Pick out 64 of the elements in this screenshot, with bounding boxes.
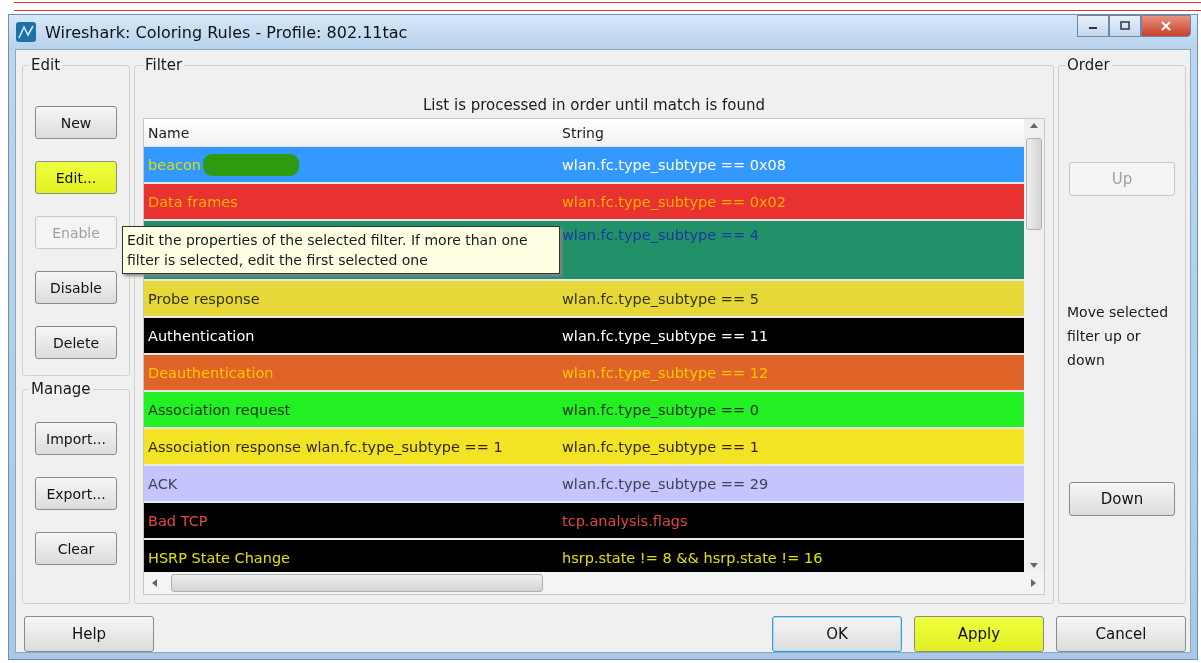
window-title: Wireshark: Coloring Rules - Profile: 802.11tac <box>45 22 408 42</box>
dialog-button[interactable]: New <box>35 106 117 139</box>
scroll-down-icon[interactable] <box>1030 563 1038 568</box>
table-cell: Probe response <box>148 290 260 307</box>
group-label: Manage <box>30 380 92 398</box>
dialog-button[interactable]: Import... <box>35 422 117 455</box>
table-cell: wlan.fc.type_subtype == 4 <box>562 227 759 243</box>
column-header[interactable]: String <box>558 124 604 141</box>
table-row[interactable]: Bad TCP tcp.analysis.flags <box>144 503 1024 540</box>
table-cell: wlan.fc.type_subtype == 11 <box>562 327 769 344</box>
dialog-button[interactable]: Cancel <box>1056 616 1186 652</box>
table-cell: Data frames <box>148 193 238 210</box>
scroll-up-icon[interactable] <box>1030 123 1038 128</box>
dialog-button[interactable]: OK <box>772 616 902 652</box>
dialog-button[interactable]: Help <box>24 616 154 652</box>
table-cell: Bad TCP <box>148 512 208 529</box>
table-row[interactable]: Association response wlan.fc.type_subtype == 1 wlan.fc.type_subtype == 1 <box>144 429 1024 466</box>
group-label: Order <box>1066 56 1111 74</box>
app-icon <box>15 21 37 43</box>
dialog-button[interactable]: Down <box>1069 482 1175 516</box>
group-label: Filter <box>144 56 184 74</box>
maximize-button[interactable] <box>1109 15 1141 37</box>
table-cell: HSRP State Change <box>148 549 291 566</box>
dialog-button[interactable]: Delete <box>35 326 117 359</box>
table-row[interactable]: ACK wlan.fc.type_subtype == 29 <box>144 466 1024 503</box>
tooltip: Edit the properties of the selected filter. If more than one filter is selected, edit the first selected one <box>122 226 560 274</box>
vertical-scrollbar[interactable] <box>1024 119 1044 572</box>
table-cell: Deauthentication <box>148 364 274 381</box>
horizontal-scrollbar[interactable] <box>144 572 1044 594</box>
dialog-button[interactable]: Apply <box>914 616 1044 652</box>
table-cell: hsrp.state != 8 && hsrp.state != 16 <box>562 549 823 566</box>
table-cell: beacon <box>148 156 202 173</box>
table-cell: tcp.analysis.flags <box>562 512 688 529</box>
scroll-right-icon[interactable] <box>1031 579 1036 587</box>
table-row[interactable]: Probe response wlan.fc.type_subtype == 5 <box>144 281 1024 318</box>
table-cell: Association response wlan.fc.type_subtype == 1 <box>148 438 503 455</box>
dialog-button[interactable]: Clear <box>35 532 117 565</box>
maximize-icon <box>1120 21 1130 31</box>
dialog-button[interactable]: Disable <box>35 271 117 304</box>
close-icon <box>1161 21 1171 31</box>
scroll-thumb[interactable] <box>1026 138 1042 230</box>
table-cell: ACK <box>148 475 178 492</box>
table-row[interactable]: HSRP State Change hsrp.state != 8 && hsrp.state != 16 <box>144 540 1024 572</box>
order-hint: Move selected filter up or down <box>1066 303 1170 370</box>
table-cell: Association request <box>148 401 291 418</box>
dialog-button[interactable]: Export... <box>35 477 117 510</box>
dialog-button[interactable]: Edit... <box>35 161 117 194</box>
group-label: Edit <box>30 56 62 74</box>
table-cell: wlan.fc.type_subtype == 0x08 <box>562 156 786 173</box>
minimize-button[interactable] <box>1077 15 1109 37</box>
list-note: List is processed in order until match is found <box>421 96 767 114</box>
scroll-thumb[interactable] <box>171 574 543 592</box>
table-cell: Authentication <box>148 327 255 344</box>
table-cell: wlan.fc.type_subtype == 29 <box>562 475 769 492</box>
table-cell: wlan.fc.type_subtype == 1 <box>562 438 759 455</box>
close-button[interactable] <box>1141 15 1191 37</box>
table-cell: wlan.fc.type_subtype == 5 <box>562 290 759 307</box>
scroll-left-icon[interactable] <box>152 579 157 587</box>
table-row[interactable]: Association request wlan.fc.type_subtype == 0 <box>144 392 1024 429</box>
table-cell: wlan.fc.type_subtype == 0x02 <box>562 193 786 210</box>
table-cell: wlan.fc.type_subtype == 0 <box>562 401 759 418</box>
table-row[interactable]: Authentication wlan.fc.type_subtype == 11 <box>144 318 1024 355</box>
table-cell: wlan.fc.type_subtype == 12 <box>562 364 769 381</box>
column-header[interactable]: Name <box>144 124 558 141</box>
